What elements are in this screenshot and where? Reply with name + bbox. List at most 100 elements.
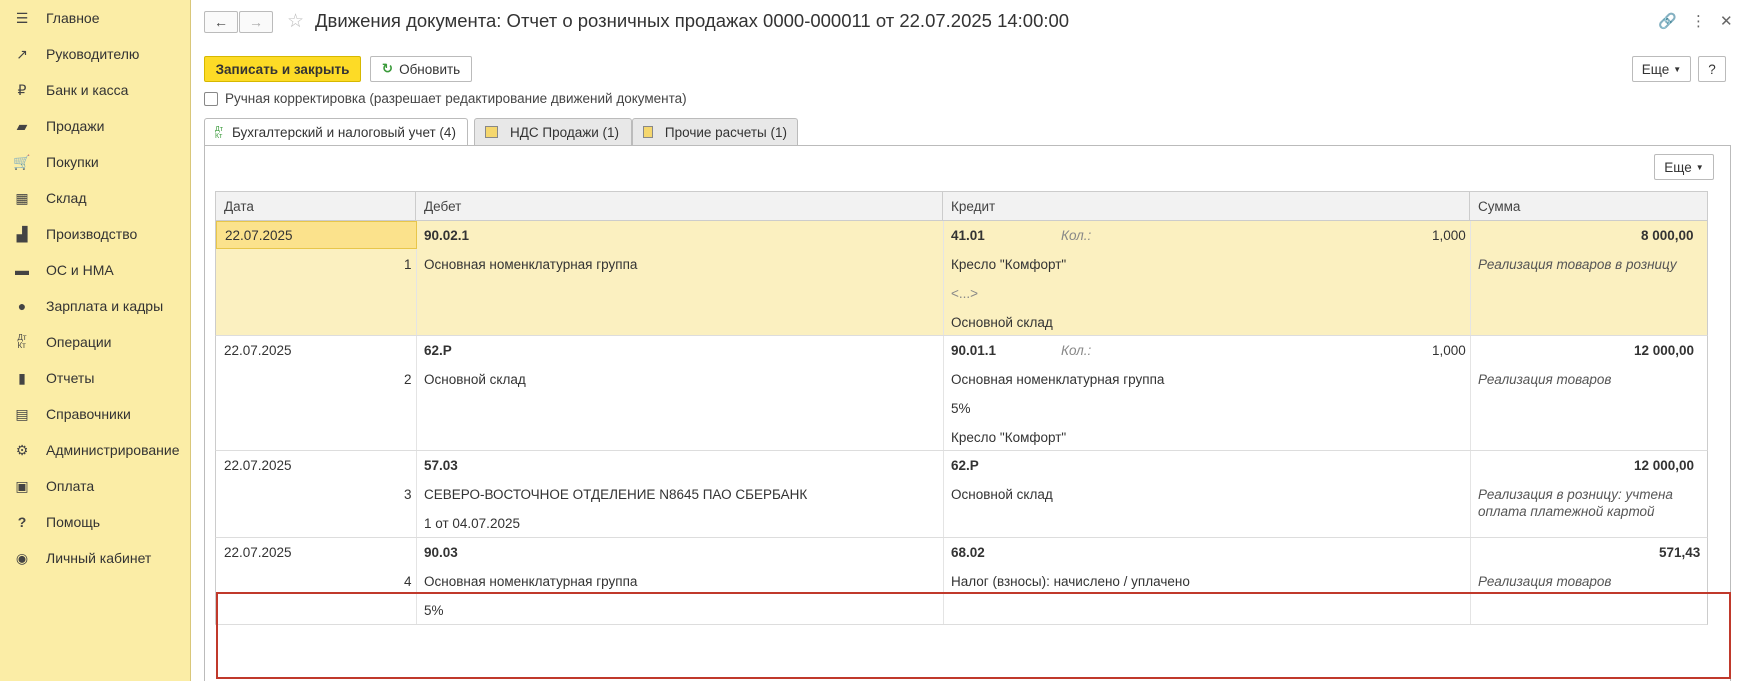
sidebar-item-label: Оплата xyxy=(46,478,95,494)
credit-subconto[interactable]: Основная номенклатурная группа xyxy=(951,372,1164,387)
credit-subconto[interactable]: 5% xyxy=(951,401,971,416)
credit-subconto[interactable]: Налог (взносы): начислено / уплачено xyxy=(951,574,1190,589)
sidebar-item-label: ОС и НМА xyxy=(46,262,114,278)
credit-account[interactable]: 41.01 xyxy=(951,228,985,243)
debit-account[interactable]: 90.02.1 xyxy=(424,228,469,243)
credit-subconto[interactable]: Кресло "Комфорт" xyxy=(951,257,1066,272)
qty-value[interactable]: 1,000 xyxy=(1432,343,1466,358)
sidebar-item-reports[interactable]: ▮ Отчеты xyxy=(0,360,191,396)
tab-vat-sales[interactable]: НДС Продажи (1) xyxy=(474,118,632,145)
table-row[interactable]: 22.07.2025 1 90.02.1 Основная номенклату… xyxy=(215,221,1708,336)
sidebar-item-admin[interactable]: ⚙ Администрирование xyxy=(0,432,191,468)
comment-line-2[interactable]: оплата платежной картой xyxy=(1478,504,1655,519)
debit-subconto[interactable]: СЕВЕРО-ВОСТОЧНОЕ ОТДЕЛЕНИЕ N8645 ПАО СБЕ… xyxy=(424,487,807,502)
credit-subconto[interactable]: Основной склад xyxy=(951,315,1053,330)
sidebar-item-directories[interactable]: ▤ Справочники xyxy=(0,396,191,432)
debit-subconto[interactable]: Основной склад xyxy=(424,372,526,387)
user-circle-icon: ◉ xyxy=(15,549,29,566)
sidebar-item-purchases[interactable]: 🛒 Покупки xyxy=(0,144,191,180)
sidebar: ☰ Главное ↗ Руководителю ₽ Банк и касса … xyxy=(0,0,191,681)
debit-account[interactable]: 57.03 xyxy=(424,458,458,473)
sidebar-item-warehouse[interactable]: ▦ Склад xyxy=(0,180,191,216)
back-button[interactable]: ← xyxy=(204,11,238,33)
credit-subconto[interactable]: Основной склад xyxy=(951,487,1053,502)
tab-other-settlements[interactable]: Прочие расчеты (1) xyxy=(632,118,798,145)
manual-edit-label: Ручная корректировка (разрешает редактир… xyxy=(225,91,687,106)
refresh-button[interactable]: ↻ Обновить xyxy=(370,56,472,82)
qty-label: Кол.: xyxy=(1061,228,1092,243)
sum-value[interactable]: 571,43 xyxy=(1659,545,1700,560)
credit-subconto[interactable]: <...> xyxy=(951,286,978,301)
sidebar-item-sales[interactable]: ▰ Продажи xyxy=(0,108,191,144)
more-button[interactable]: Еще ▼ xyxy=(1632,56,1691,82)
more-vert-icon[interactable]: ⋮ xyxy=(1691,12,1706,30)
forward-button[interactable]: → xyxy=(239,11,273,33)
sidebar-item-salary[interactable]: ● Зарплата и кадры xyxy=(0,288,191,324)
header-credit[interactable]: Кредит xyxy=(943,192,1470,222)
bar-chart-icon: ▮ xyxy=(18,369,26,386)
link-icon[interactable]: 🔗 xyxy=(1658,12,1677,30)
register-icon xyxy=(643,126,653,138)
save-close-button[interactable]: Записать и закрыть xyxy=(204,56,361,82)
sidebar-item-bank[interactable]: ₽ Банк и касса xyxy=(0,72,191,108)
credit-account[interactable]: 90.01.1 xyxy=(951,343,996,358)
comment[interactable]: Реализация товаров в розницу xyxy=(1478,257,1677,272)
sidebar-item-operations[interactable]: Дт Кт Операции xyxy=(0,324,191,360)
sidebar-item-payment[interactable]: ▣ Оплата xyxy=(0,468,191,504)
sidebar-item-label: Операции xyxy=(46,334,112,350)
comment[interactable]: Реализация товаров xyxy=(1478,372,1611,387)
manual-edit-checkbox[interactable] xyxy=(204,91,218,106)
arrow-right-icon: → xyxy=(249,14,263,30)
debit-account[interactable]: 62.Р xyxy=(424,343,452,358)
sidebar-item-main[interactable]: ☰ Главное xyxy=(0,0,191,36)
main-area: УЧЕТ БЕЗ ЗАБОТ ← → ☆ Движения документа:… xyxy=(192,0,1744,681)
factory-icon: ▟ xyxy=(16,225,28,242)
header-debit[interactable]: Дебет xyxy=(416,192,943,222)
debit-subconto[interactable]: Основная номенклатурная группа xyxy=(424,574,637,589)
sum-value[interactable]: 12 000,00 xyxy=(1634,343,1694,358)
sidebar-item-label: Зарплата и кадры xyxy=(46,298,164,314)
sum-value[interactable]: 12 000,00 xyxy=(1634,458,1694,473)
debit-subconto[interactable]: 1 от 04.07.2025 xyxy=(424,516,520,531)
sidebar-item-account[interactable]: ◉ Личный кабинет xyxy=(0,540,191,576)
date-cell[interactable]: 22.07.2025 xyxy=(224,458,292,473)
sidebar-item-label: Покупки xyxy=(46,154,99,170)
sidebar-item-label: Справочники xyxy=(46,406,131,422)
date-cell[interactable]: 22.07.2025 xyxy=(224,545,292,560)
close-icon[interactable]: ✕ xyxy=(1720,12,1733,30)
credit-subconto[interactable]: Кресло "Комфорт" xyxy=(951,430,1066,445)
row-number: 2 xyxy=(404,372,412,387)
refresh-label: Обновить xyxy=(399,61,461,77)
sidebar-item-label: Продажи xyxy=(46,118,105,134)
sidebar-item-production[interactable]: ▟ Производство xyxy=(0,216,191,252)
manual-edit-row[interactable]: Ручная корректировка (разрешает редактир… xyxy=(204,91,687,106)
star-icon[interactable]: ☆ xyxy=(287,10,304,33)
tab-accounting[interactable]: Дт Кт Бухгалтерский и налоговый учет (4) xyxy=(204,118,468,146)
qty-value[interactable]: 1,000 xyxy=(1432,228,1466,243)
debit-subconto[interactable]: Основная номенклатурная группа xyxy=(424,257,637,272)
menu-icon: ☰ xyxy=(15,9,29,26)
warehouse-icon: ▦ xyxy=(15,189,29,206)
cart-icon: 🛒 xyxy=(13,153,31,170)
panel-more-button[interactable]: Еще ▼ xyxy=(1654,154,1714,180)
credit-account[interactable]: 62.Р xyxy=(951,458,979,473)
question-icon: ? xyxy=(17,514,27,530)
comment[interactable]: Реализация в розницу: учтена xyxy=(1478,487,1673,502)
sum-value[interactable]: 8 000,00 xyxy=(1641,228,1694,243)
sidebar-item-help[interactable]: ? Помощь xyxy=(0,504,191,540)
date-cell[interactable]: 22.07.2025 xyxy=(224,343,292,358)
highlight-frame xyxy=(216,592,1731,679)
date-cell[interactable]: 22.07.2025 xyxy=(216,221,417,249)
gear-icon: ⚙ xyxy=(15,441,29,458)
sidebar-item-manager[interactable]: ↗ Руководителю xyxy=(0,36,191,72)
help-button[interactable]: ? xyxy=(1698,56,1726,82)
table-row[interactable]: 22.07.2025 2 62.Р Основной склад 90.01.1… xyxy=(215,336,1708,451)
comment[interactable]: Реализация товаров xyxy=(1478,574,1611,589)
sidebar-item-label: Склад xyxy=(46,190,87,206)
table-row[interactable]: 22.07.2025 3 57.03 СЕВЕРО-ВОСТОЧНОЕ ОТДЕ… xyxy=(215,451,1708,538)
header-date[interactable]: Дата xyxy=(216,192,416,222)
sidebar-item-fixed-assets[interactable]: ▬ ОС и НМА xyxy=(0,252,191,288)
header-sum[interactable]: Сумма xyxy=(1470,192,1708,222)
debit-account[interactable]: 90.03 xyxy=(424,545,458,560)
credit-account[interactable]: 68.02 xyxy=(951,545,985,560)
